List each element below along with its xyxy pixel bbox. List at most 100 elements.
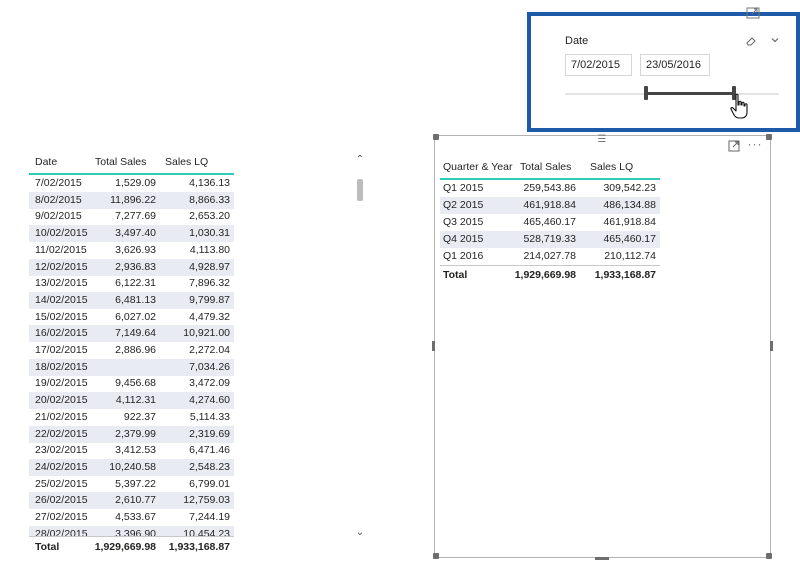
cell-sales-lq: 465,460.17	[603, 233, 656, 245]
column-header-date[interactable]: Date	[35, 156, 57, 168]
table-row[interactable]: Q1 2015 259,543.86 309,542.23	[440, 180, 660, 197]
focus-mode-icon[interactable]	[728, 140, 740, 152]
cell-date: 8/02/2015	[35, 193, 82, 206]
cell-total-sales: 4,112.31	[115, 394, 156, 407]
hand-cursor-icon	[729, 93, 751, 121]
cell-total-sales: 461,918.84	[523, 199, 576, 211]
table-row[interactable]: 20/02/2015 4,112.31 4,274.60	[29, 392, 234, 410]
cell-sales-lq: 4,928.97	[189, 260, 230, 273]
chevron-up-icon[interactable]: ⌃	[355, 155, 365, 165]
table-row[interactable]: 19/02/2015 9,456.68 3,472.09	[29, 375, 234, 392]
column-header-quarter-year[interactable]: Quarter & Year	[443, 161, 512, 173]
table-row[interactable]: 18/02/2015 7,034.26	[29, 358, 234, 376]
cell-sales-lq: 5,114.33	[189, 410, 230, 423]
table-row[interactable]: Q3 2015 465,460.17 461,918.84	[440, 214, 660, 231]
cell-date: 21/02/2015	[35, 410, 88, 423]
resize-handle-bottom-left[interactable]	[433, 553, 439, 559]
table-row[interactable]: Q1 2016 214,027.78 210,112.74	[440, 248, 660, 265]
cell-date: 13/02/2015	[35, 277, 88, 290]
table-row[interactable]: 26/02/2015 2,610.77 12,759.03	[29, 492, 234, 510]
date-range-slider-selection	[646, 92, 735, 95]
resize-handle-top-right[interactable]	[766, 134, 772, 140]
cell-total-sales: 10,240.58	[109, 460, 156, 473]
cell-total-sales: 465,460.17	[523, 216, 576, 228]
table-row[interactable]: Q4 2015 528,719.33 465,460.17	[440, 231, 660, 248]
cell-sales-lq: 10,921.00	[183, 327, 230, 340]
table-row[interactable]: 11/02/2015 3,626.93 4,113.80	[29, 242, 234, 259]
focus-mode-icon[interactable]	[746, 7, 760, 19]
total-sales-lq-value: 1,933,168.87	[594, 269, 656, 281]
table-row[interactable]: 22/02/2015 2,379.99 2,319.69	[29, 425, 234, 443]
cell-total-sales: 214,027.78	[523, 250, 576, 262]
cell-sales-lq: 12,759.03	[183, 494, 230, 507]
cell-quarter-year: Q2 2015	[443, 199, 484, 211]
cell-sales-lq: 3,472.09	[189, 377, 230, 390]
table-row[interactable]: 27/02/2015 4,533.67 7,244.19	[29, 509, 234, 526]
table-row[interactable]: 17/02/2015 2,886.96 2,272.04	[29, 342, 234, 359]
cell-sales-lq: 1,030.31	[189, 227, 230, 240]
column-header-total-sales[interactable]: Total Sales	[95, 156, 146, 168]
cell-date: 15/02/2015	[35, 310, 88, 323]
cell-sales-lq: 7,034.26	[189, 360, 230, 373]
cell-sales-lq: 7,896.32	[189, 277, 230, 290]
cell-sales-lq: 2,272.04	[189, 344, 230, 356]
total-label: Total	[443, 269, 468, 281]
cell-date: 7/02/2015	[35, 177, 82, 189]
cell-total-sales: 2,610.77	[115, 494, 156, 507]
end-date-input[interactable]	[640, 54, 710, 76]
chevron-down-icon[interactable]: ⌄	[355, 528, 365, 538]
cell-date: 17/02/2015	[35, 344, 88, 356]
table-row[interactable]: 23/02/2015 3,412.53 6,471.46	[29, 442, 234, 459]
slicer-title: Date	[565, 35, 589, 47]
cell-total-sales: 3,626.93	[115, 243, 156, 256]
date-slicer[interactable]: Date	[527, 7, 800, 132]
cell-date: 26/02/2015	[35, 494, 88, 507]
chevron-down-icon[interactable]	[769, 34, 781, 46]
column-header-sales-lq[interactable]: Sales LQ	[165, 156, 208, 168]
slider-start-handle[interactable]	[644, 86, 649, 100]
column-header-sales-lq[interactable]: Sales LQ	[590, 161, 633, 173]
table-row[interactable]: 9/02/2015 7,277.69 2,653.20	[29, 208, 234, 225]
cell-total-sales: 11,896.22	[110, 193, 156, 206]
resize-handle-right[interactable]	[770, 341, 773, 351]
cell-sales-lq: 461,918.84	[603, 216, 656, 228]
table-row[interactable]: 15/02/2015 6,027.02 4,479.32	[29, 309, 234, 326]
start-date-input[interactable]	[565, 54, 632, 76]
cell-total-sales: 7,277.69	[115, 210, 156, 223]
cell-total-sales: 2,379.99	[115, 427, 156, 440]
table-row[interactable]: 14/02/2015 6,481.13 9,799.87	[29, 291, 234, 309]
column-header-total-sales[interactable]: Total Sales	[520, 161, 571, 173]
drag-grip-icon[interactable]: ☰	[595, 135, 609, 145]
table-row[interactable]: 25/02/2015 5,397.22 6,799.01	[29, 476, 234, 493]
resize-handle-top-left[interactable]	[433, 134, 439, 140]
cell-sales-lq: 210,112.74	[604, 250, 656, 262]
table-header: Quarter & Year Total Sales Sales LQ	[440, 156, 660, 180]
table-row[interactable]: 12/02/2015 2,936.83 4,928.97	[29, 258, 234, 276]
table-scrollbar[interactable]: ⌃ ⌄	[353, 151, 367, 543]
more-options-icon[interactable]: ···	[746, 138, 764, 150]
resize-handle-left[interactable]	[432, 341, 435, 351]
cell-date: 24/02/2015	[35, 460, 88, 473]
table-row[interactable]: 21/02/2015 922.37 5,114.33	[29, 409, 234, 426]
quarterly-sales-visual[interactable]: ☰ ··· Quarter & Year Total Sales Sales L…	[432, 134, 773, 560]
daily-sales-table[interactable]: Date Total Sales Sales LQ 7/02/2015 1,529…	[29, 151, 374, 561]
quarterly-sales-table[interactable]: Quarter & Year Total Sales Sales LQ Q1 2…	[440, 156, 660, 284]
cell-sales-lq: 486,134.88	[603, 199, 656, 211]
cell-total-sales: 3,497.40	[115, 227, 156, 240]
table-row[interactable]: 24/02/2015 10,240.58 2,548.23	[29, 458, 234, 476]
table-total-row: Total 1,929,669.98 1,933,168.87	[440, 265, 660, 284]
table-row[interactable]: 8/02/2015 11,896.22 8,866.33	[29, 191, 234, 209]
table-body: Q1 2015 259,543.86 309,542.23 Q2 2015 461,91…	[440, 180, 660, 265]
resize-handle-bottom[interactable]	[595, 557, 609, 560]
eraser-icon[interactable]	[745, 35, 757, 47]
table-row[interactable]: 16/02/2015 7,149.64 10,921.00	[29, 325, 234, 343]
cell-sales-lq: 2,548.23	[189, 460, 230, 473]
table-row[interactable]: 10/02/2015 3,497.40 1,030.31	[29, 225, 234, 243]
table-row[interactable]: 7/02/2015 1,529.09 4,136.13	[29, 175, 234, 192]
cell-sales-lq: 309,542.23	[603, 182, 656, 194]
scrollbar-thumb[interactable]	[357, 179, 363, 201]
table-row[interactable]: Q2 2015 461,918.84 486,134.88	[440, 197, 660, 214]
resize-handle-bottom-right[interactable]	[766, 553, 772, 559]
table-row[interactable]: 13/02/2015 6,122.31 7,896.32	[29, 275, 234, 292]
cell-sales-lq: 4,136.13	[189, 177, 230, 189]
